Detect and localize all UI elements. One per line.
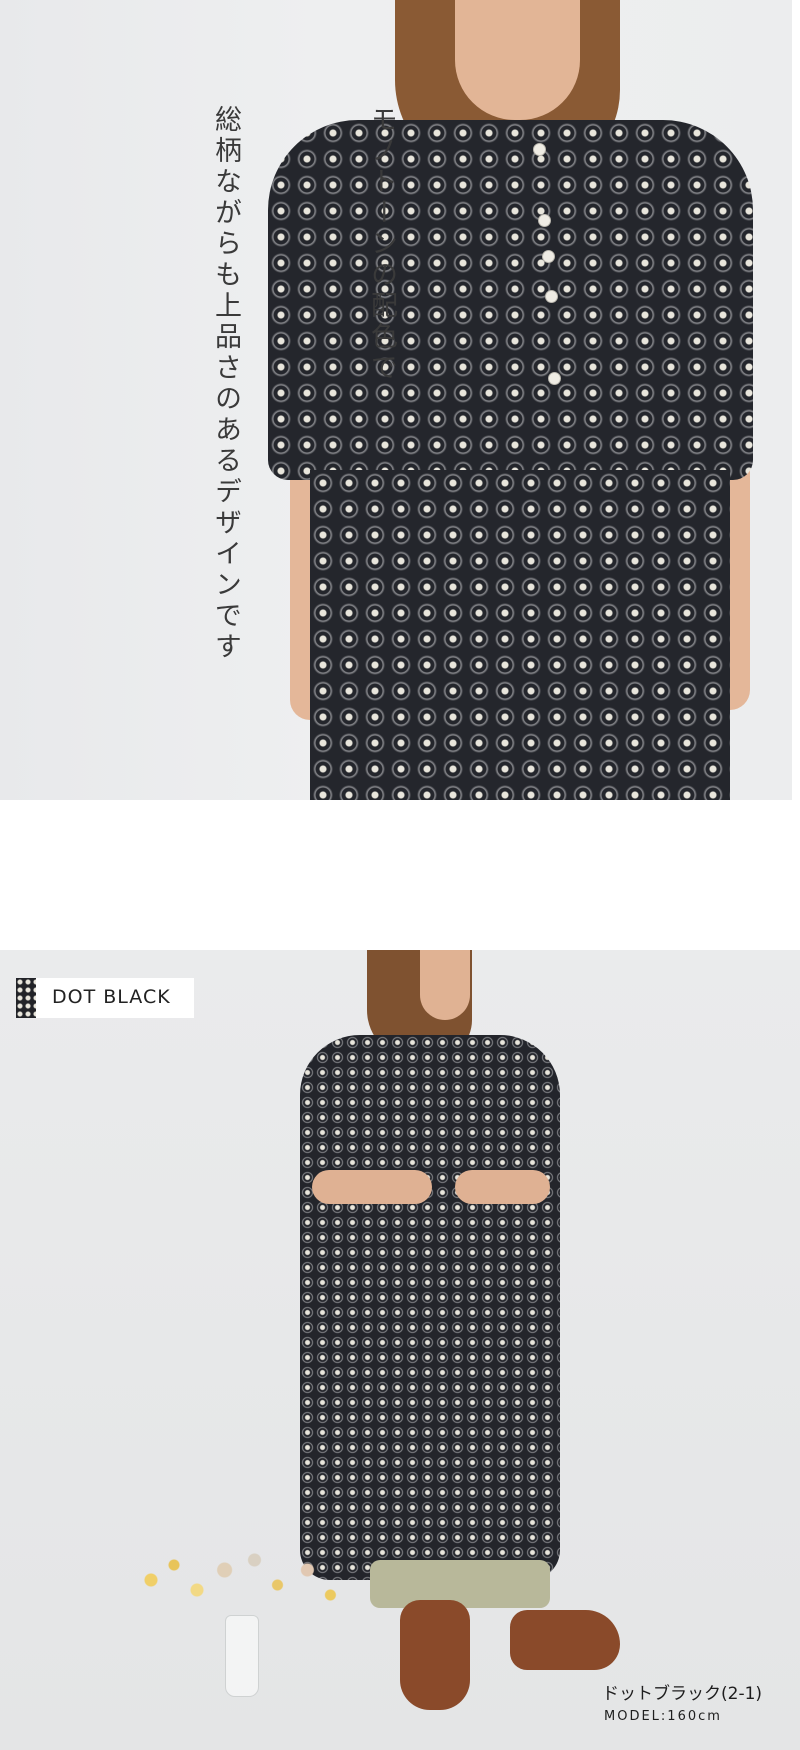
model-face xyxy=(420,950,470,1020)
model-left-arm xyxy=(312,1170,432,1204)
dress xyxy=(300,1035,560,1580)
sandal-right xyxy=(510,1610,620,1670)
fabric-swatch-icon xyxy=(16,978,36,1018)
closeup-photo: モノトーンの配色で 総柄ながらも上品さのあるデザインです xyxy=(0,0,800,800)
dress-button xyxy=(545,290,558,303)
sandal-left xyxy=(400,1600,470,1710)
color-name: ドットブラック(2-1) xyxy=(602,1684,763,1704)
glass-vase xyxy=(225,1615,259,1697)
color-label: DOT BLACK xyxy=(16,978,194,1018)
color-label-text: DOT BLACK xyxy=(52,986,171,1008)
caption-line-2: 総柄ながらも上品さのあるデザインです xyxy=(210,105,241,663)
dress-button xyxy=(538,214,551,227)
photo-edge xyxy=(792,0,800,800)
dress-button xyxy=(533,143,546,156)
model-pants xyxy=(370,1560,550,1608)
dress-button xyxy=(548,372,561,385)
model-face xyxy=(455,0,580,120)
model-size: MODEL:160cm xyxy=(604,1709,722,1724)
model-right-arm xyxy=(455,1170,550,1204)
vertical-caption: モノトーンの配色で 総柄ながらも上品さのあるデザインです xyxy=(95,105,511,663)
caption-line-1: モノトーンの配色で xyxy=(366,105,397,384)
full-length-photo: DOT BLACK ドットブラック(2-1) MODEL:160cm xyxy=(0,950,800,1750)
dress-button xyxy=(542,250,555,263)
